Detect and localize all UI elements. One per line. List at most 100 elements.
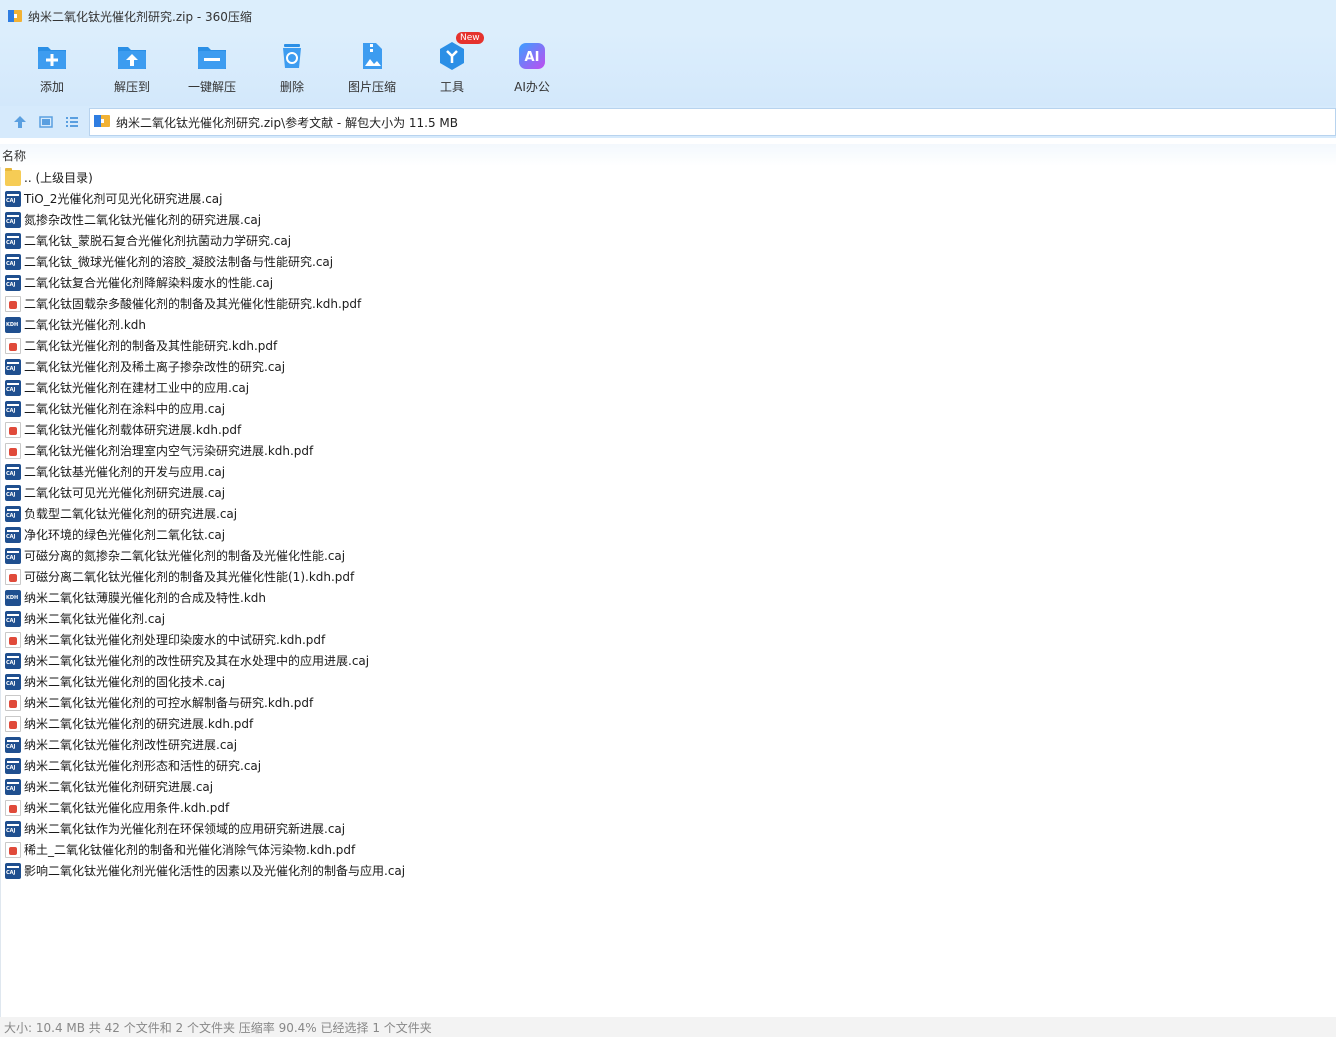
file-name: 负载型二氧化钛光催化剂的研究进展.caj	[24, 507, 238, 521]
file-row[interactable]: 纳米二氧化钛作为光催化剂在环保领域的应用研究新进展.caj	[1, 818, 1336, 839]
pdf-file-icon	[5, 442, 21, 459]
file-row[interactable]: 纳米二氧化钛薄膜光催化剂的合成及特性.kdh	[1, 587, 1336, 608]
caj-file-icon	[5, 778, 21, 795]
window-title: 纳米二氧化钛光催化剂研究.zip - 360压缩	[28, 9, 252, 24]
file-row[interactable]: 稀土_二氧化钛催化剂的制备和光催化消除气体污染物.kdh.pdf	[1, 839, 1336, 860]
add-button[interactable]: 添加	[12, 32, 92, 106]
caj-file-icon	[5, 610, 21, 627]
caj-file-icon	[5, 463, 21, 480]
list-view-button[interactable]	[59, 109, 85, 135]
file-row[interactable]: 氮掺杂改性二氧化钛光催化剂的研究进展.caj	[1, 209, 1336, 230]
file-name: 二氧化钛固载杂多酸催化剂的制备及其光催化性能研究.kdh.pdf	[24, 297, 362, 311]
pdf-file-icon	[5, 421, 21, 438]
file-row[interactable]: 二氧化钛光催化剂在涂料中的应用.caj	[1, 398, 1336, 419]
column-header: 名称	[0, 144, 1336, 166]
tools-icon	[436, 40, 468, 72]
file-name: TiO_2光催化剂可见光化研究进展.caj	[24, 192, 223, 206]
file-row[interactable]: 纳米二氧化钛光催化剂的固化技术.caj	[1, 671, 1336, 692]
main-toolbar: 添加 解压到 一键解压 删除 图片压缩 New 工具 AI AI办公	[0, 32, 1336, 106]
path-text: 纳米二氧化钛光催化剂研究.zip\参考文献 - 解包大小为 11.5 MB	[116, 115, 459, 130]
file-row[interactable]: 二氧化钛光催化剂在建材工业中的应用.caj	[1, 377, 1336, 398]
file-name: 纳米二氧化钛光催化剂的研究进展.kdh.pdf	[24, 717, 254, 731]
file-name: 纳米二氧化钛作为光催化剂在环保领域的应用研究新进展.caj	[24, 822, 346, 836]
tools-label: 工具	[439, 80, 464, 94]
file-row[interactable]: 二氧化钛光催化剂的制备及其性能研究.kdh.pdf	[1, 335, 1336, 356]
file-row[interactable]: 二氧化钛光催化剂治理室内空气污染研究进展.kdh.pdf	[1, 440, 1336, 461]
file-row[interactable]: 二氧化钛可见光光催化剂研究进展.caj	[1, 482, 1336, 503]
pdf-file-icon	[5, 841, 21, 858]
status-bar: 大小: 10.4 MB 共 42 个文件和 2 个文件夹 压缩率 90.4% 已…	[0, 1017, 1336, 1037]
file-row[interactable]: .. (上级目录)	[1, 167, 1336, 188]
add-label: 添加	[39, 80, 64, 94]
pdf-file-icon	[5, 694, 21, 711]
file-name: 二氧化钛光催化剂在涂料中的应用.caj	[24, 402, 226, 416]
file-row[interactable]: 二氧化钛基光催化剂的开发与应用.caj	[1, 461, 1336, 482]
one-click-extract-icon	[196, 40, 228, 72]
caj-file-icon	[5, 862, 21, 879]
file-name: 二氧化钛光催化剂.kdh	[24, 318, 146, 332]
file-name: 氮掺杂改性二氧化钛光催化剂的研究进展.caj	[24, 213, 262, 227]
name-column-header[interactable]: 名称	[2, 147, 26, 164]
file-row[interactable]: 二氧化钛_蒙脱石复合光催化剂抗菌动力学研究.caj	[1, 230, 1336, 251]
file-row[interactable]: 二氧化钛_微球光催化剂的溶胶_凝胶法制备与性能研究.caj	[1, 251, 1336, 272]
caj-file-icon	[5, 274, 21, 291]
file-row[interactable]: 二氧化钛光催化剂.kdh	[1, 314, 1336, 335]
ai-office-button[interactable]: AI AI办公	[492, 32, 572, 106]
file-row[interactable]: 纳米二氧化钛光催化剂的可控水解制备与研究.kdh.pdf	[1, 692, 1336, 713]
file-row[interactable]: 负载型二氧化钛光催化剂的研究进展.caj	[1, 503, 1336, 524]
pdf-file-icon	[5, 715, 21, 732]
file-name: 二氧化钛光催化剂的制备及其性能研究.kdh.pdf	[24, 339, 278, 353]
file-row[interactable]: 二氧化钛光催化剂载体研究进展.kdh.pdf	[1, 419, 1336, 440]
file-name: 纳米二氧化钛光催化剂研究进展.caj	[24, 780, 214, 794]
extract-to-button[interactable]: 解压到	[92, 32, 172, 106]
file-name: 净化环境的绿色光催化剂二氧化钛.caj	[24, 528, 226, 542]
file-row[interactable]: 二氧化钛光催化剂及稀土离子掺杂改性的研究.caj	[1, 356, 1336, 377]
file-row[interactable]: 纳米二氧化钛光催化剂的改性研究及其在水处理中的应用进展.caj	[1, 650, 1336, 671]
caj-file-icon	[5, 190, 21, 207]
file-name: 二氧化钛_微球光催化剂的溶胶_凝胶法制备与性能研究.caj	[24, 255, 334, 269]
file-row[interactable]: TiO_2光催化剂可见光化研究进展.caj	[1, 188, 1336, 209]
caj-file-icon	[5, 547, 21, 564]
file-row[interactable]: 二氧化钛固载杂多酸催化剂的制备及其光催化性能研究.kdh.pdf	[1, 293, 1336, 314]
file-list[interactable]: .. (上级目录) TiO_2光催化剂可见光化研究进展.caj 氮掺杂改性二氧化钛光…	[0, 167, 1336, 1017]
one-click-extract-label: 一键解压	[187, 80, 236, 94]
file-name: 二氧化钛基光催化剂的开发与应用.caj	[24, 465, 226, 479]
up-level-button[interactable]	[7, 109, 33, 135]
delete-button[interactable]: 删除	[252, 32, 332, 106]
file-row[interactable]: 净化环境的绿色光催化剂二氧化钛.caj	[1, 524, 1336, 545]
thumbnail-view-button[interactable]	[33, 109, 59, 135]
file-row[interactable]: 纳米二氧化钛光催化剂处理印染废水的中试研究.kdh.pdf	[1, 629, 1336, 650]
caj-file-icon	[5, 505, 21, 522]
file-name: 可磁分离二氧化钛光催化剂的制备及其光催化性能(1).kdh.pdf	[24, 570, 355, 584]
thumbnail-view-icon	[39, 116, 53, 128]
file-row[interactable]: 二氧化钛复合光催化剂降解染料废水的性能.caj	[1, 272, 1336, 293]
one-click-extract-button[interactable]: 一键解压	[172, 32, 252, 106]
file-name: 稀土_二氧化钛催化剂的制备和光催化消除气体污染物.kdh.pdf	[24, 843, 356, 857]
folder-icon	[5, 167, 21, 186]
file-row[interactable]: 纳米二氧化钛光催化剂研究进展.caj	[1, 776, 1336, 797]
file-name: 纳米二氧化钛光催化应用条件.kdh.pdf	[24, 801, 230, 815]
file-name: 纳米二氧化钛薄膜光催化剂的合成及特性.kdh	[24, 591, 266, 605]
file-row[interactable]: 纳米二氧化钛光催化剂形态和活性的研究.caj	[1, 755, 1336, 776]
caj-file-icon	[5, 652, 21, 669]
pdf-file-icon	[5, 799, 21, 816]
file-row[interactable]: 可磁分离二氧化钛光催化剂的制备及其光催化性能(1).kdh.pdf	[1, 566, 1336, 587]
archive-icon	[94, 113, 110, 132]
tools-button[interactable]: New 工具	[412, 32, 492, 106]
file-row[interactable]: 影响二氧化钛光催化剂光催化活性的因素以及光催化剂的制备与应用.caj	[1, 860, 1336, 881]
file-row[interactable]: 纳米二氧化钛光催化剂.caj	[1, 608, 1336, 629]
delete-icon	[276, 40, 308, 72]
kdh-file-icon	[5, 589, 21, 606]
path-field[interactable]: 纳米二氧化钛光催化剂研究.zip\参考文献 - 解包大小为 11.5 MB	[89, 108, 1336, 136]
caj-file-icon	[5, 358, 21, 375]
file-name: 可磁分离的氮掺杂二氧化钛光催化剂的制备及光催化性能.caj	[24, 549, 346, 563]
file-name: 纳米二氧化钛光催化剂处理印染废水的中试研究.kdh.pdf	[24, 633, 326, 647]
file-row[interactable]: 纳米二氧化钛光催化剂改性研究进展.caj	[1, 734, 1336, 755]
file-row[interactable]: 纳米二氧化钛光催化剂的研究进展.kdh.pdf	[1, 713, 1336, 734]
file-row[interactable]: 纳米二氧化钛光催化应用条件.kdh.pdf	[1, 797, 1336, 818]
extract-to-label: 解压到	[113, 80, 150, 94]
pdf-file-icon	[5, 295, 21, 312]
file-row[interactable]: 可磁分离的氮掺杂二氧化钛光催化剂的制备及光催化性能.caj	[1, 545, 1336, 566]
image-compress-button[interactable]: 图片压缩	[332, 32, 412, 106]
ai-office-icon: AI	[516, 40, 548, 72]
